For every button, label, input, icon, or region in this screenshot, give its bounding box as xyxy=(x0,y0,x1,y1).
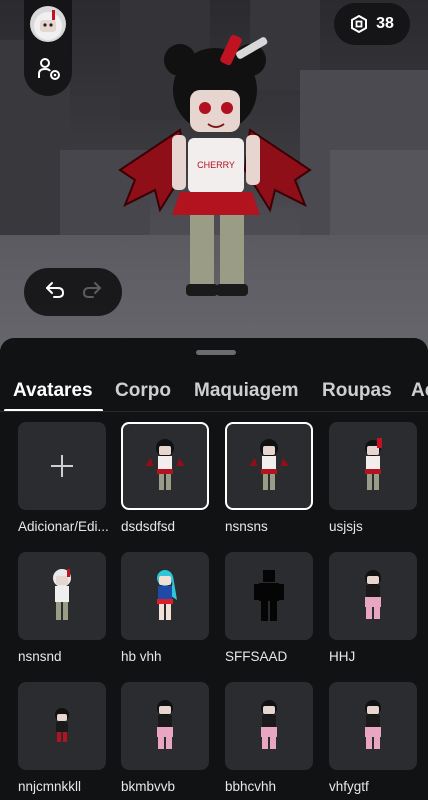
tab-roupas[interactable]: Roupas xyxy=(322,380,392,402)
avatar-thumbnail xyxy=(261,700,277,749)
avatar-card[interactable]: vhfygtf xyxy=(329,682,419,794)
avatar-thumbnail xyxy=(55,708,69,742)
avatar-card[interactable]: bbhcvhh xyxy=(225,682,315,794)
avatar-tile[interactable] xyxy=(329,552,417,640)
avatar-thumbnail xyxy=(365,438,382,490)
avatar-tile[interactable] xyxy=(18,552,106,640)
tab-avatares[interactable]: Avatares xyxy=(13,380,93,402)
active-tab-indicator xyxy=(4,409,103,411)
avatar-name: dsdsdfsd xyxy=(121,519,176,534)
avatar-card[interactable]: dsdsdfsd xyxy=(121,422,211,534)
avatar-tile[interactable] xyxy=(329,422,417,510)
avatar-thumbnail xyxy=(145,439,185,490)
robux-icon xyxy=(351,15,368,33)
avatar-tile[interactable] xyxy=(18,422,106,510)
avatar-name: usjsjs xyxy=(329,519,363,534)
avatar-card[interactable]: nsnsnd xyxy=(18,552,108,664)
avatar-settings-icon[interactable] xyxy=(36,56,62,82)
avatar-tile[interactable] xyxy=(225,682,313,770)
avatar-thumbnail xyxy=(53,569,71,620)
avatar-headshot-icon xyxy=(34,10,62,40)
avatar-tile[interactable] xyxy=(225,552,313,640)
avatar-3d-viewport[interactable]: CHERRY 38 xyxy=(0,0,428,350)
avatar-tile[interactable] xyxy=(121,422,209,510)
avatar-name: nsnsnd xyxy=(18,649,62,664)
robux-balance[interactable]: 38 xyxy=(334,3,410,45)
add-edit-avatar-card[interactable]: Adicionar/Edi... xyxy=(18,422,108,534)
robux-count: 38 xyxy=(376,15,394,32)
plus-icon xyxy=(51,455,73,477)
avatar-card[interactable]: HHJ xyxy=(329,552,419,664)
avatar-tile[interactable] xyxy=(18,682,106,770)
avatar-thumbnail xyxy=(365,700,381,749)
current-avatar-thumbnail[interactable] xyxy=(30,6,66,42)
avatar-name: hb vhh xyxy=(121,649,162,664)
avatar-name: Adicionar/Edi... xyxy=(18,519,108,534)
avatar-thumbnail xyxy=(249,439,289,490)
category-tabs: Avatares Corpo Maquiagem Roupas Ac xyxy=(0,376,428,412)
avatar-tile[interactable] xyxy=(225,422,313,510)
avatar-preview: CHERRY xyxy=(118,34,312,296)
avatar-thumbnail xyxy=(365,570,381,619)
avatar-tile[interactable] xyxy=(121,682,209,770)
avatar-tile[interactable] xyxy=(121,552,209,640)
tab-maquiagem[interactable]: Maquiagem xyxy=(194,380,299,402)
avatar-card[interactable]: SFFSAAD xyxy=(225,552,315,664)
sheet-grabber[interactable] xyxy=(196,350,236,355)
avatar-card[interactable]: bkmbvvb xyxy=(121,682,211,794)
tab-corpo[interactable]: Corpo xyxy=(115,380,171,402)
avatar-editor-sheet: Avatares Corpo Maquiagem Roupas Ac Adici… xyxy=(0,338,428,800)
avatar-tile[interactable] xyxy=(329,682,417,770)
avatar-name: nnjcmnkkll xyxy=(18,779,82,794)
svg-text:CHERRY: CHERRY xyxy=(197,160,235,170)
avatar-name: vhfygtf xyxy=(329,779,369,794)
avatar-thumbnail xyxy=(157,570,177,620)
avatar-quick-actions xyxy=(24,0,72,96)
undo-redo-controls xyxy=(24,268,122,316)
avatar-name: SFFSAAD xyxy=(225,649,288,664)
avatar-card[interactable]: usjsjs xyxy=(329,422,419,534)
tab-acessorios[interactable]: Ac xyxy=(411,380,428,402)
redo-icon[interactable] xyxy=(81,280,103,305)
avatar-card[interactable]: nsnsns xyxy=(225,422,315,534)
avatar-name: bkmbvvb xyxy=(121,779,176,794)
avatar-thumbnail xyxy=(254,570,284,621)
avatar-name: HHJ xyxy=(329,649,356,664)
avatar-thumbnail xyxy=(157,700,173,749)
undo-icon[interactable] xyxy=(44,280,66,305)
avatar-name: bbhcvhh xyxy=(225,779,277,794)
avatar-card[interactable]: nnjcmnkkll xyxy=(18,682,108,794)
avatar-name: nsnsns xyxy=(225,519,268,534)
avatar-card[interactable]: hb vhh xyxy=(121,552,211,664)
